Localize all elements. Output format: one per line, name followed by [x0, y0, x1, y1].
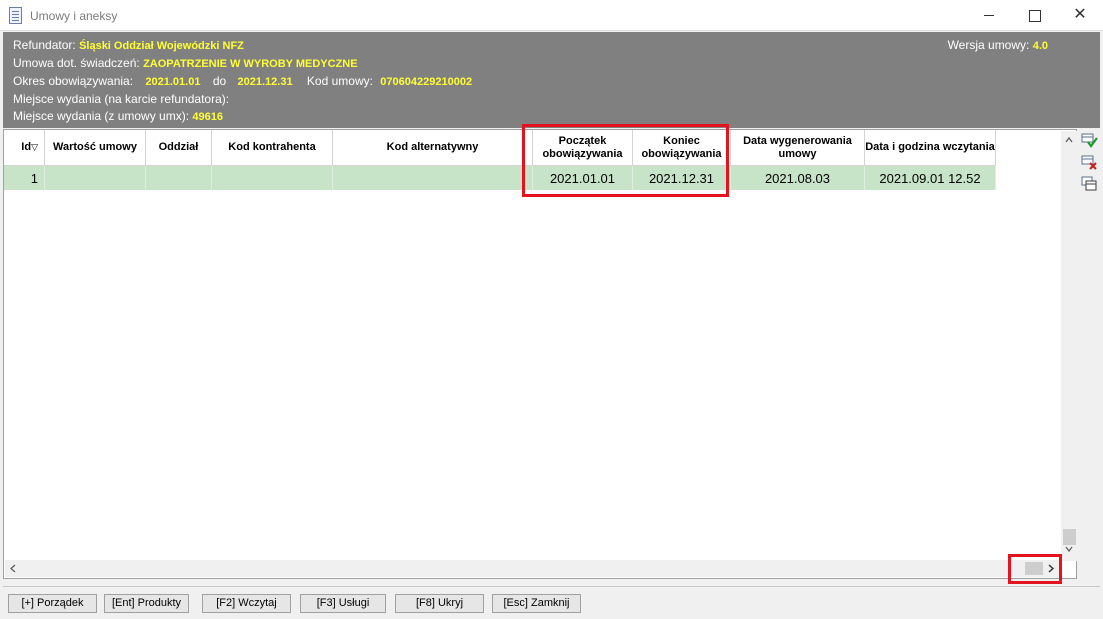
kod-umowy-value: 070604229210002: [380, 76, 473, 88]
wczytaj-button[interactable]: [F2] Wczytaj: [202, 594, 291, 613]
function-key-bar: [+] Porządek [Ent] Produkty [F2] Wczytaj…: [3, 586, 1100, 617]
title-bar: Umowy i aneksy ✕: [0, 0, 1103, 31]
produkty-button[interactable]: [Ent] Produkty: [104, 594, 189, 613]
column-header-data-wczytania[interactable]: Data i godzina wczytania: [865, 130, 996, 166]
umowa-value: ZAOPATRZENIE W WYROBY MEDYCZNE: [143, 58, 358, 70]
highlight-frame-validity-columns: [522, 124, 729, 197]
document-icon: [9, 7, 22, 24]
vertical-scroll-thumb[interactable]: [1063, 529, 1076, 545]
copy-record-icon[interactable]: [1080, 175, 1098, 193]
grid-header: Id ▽ Wartość umowy Oddział Kod kontrahent…: [4, 130, 996, 166]
wersja-value: 4.0: [1032, 40, 1048, 52]
okres-label: Okres obowiązywania:: [13, 74, 134, 88]
cell-id[interactable]: 1: [4, 166, 45, 190]
table-row[interactable]: 1 2021.01.01 2021.12.31 2021.08.03 2021.…: [4, 166, 996, 190]
vertical-scrollbar[interactable]: [1061, 131, 1078, 561]
ukryj-button[interactable]: [F8] Ukryj: [395, 594, 484, 613]
okres-do-label: do: [212, 74, 227, 88]
kod-umowy-label: Kod umowy:: [306, 74, 373, 88]
side-toolbar: [1078, 129, 1100, 199]
umowa-label: Umowa dot. świadczeń:: [13, 56, 140, 70]
maximize-button[interactable]: [1011, 0, 1057, 31]
delete-record-icon[interactable]: [1080, 153, 1098, 171]
zamknij-button[interactable]: [Esc] Zamknij: [492, 594, 581, 613]
porzadek-button[interactable]: [+] Porządek: [8, 594, 97, 613]
miejsce-umx-label: Miejsce wydania (z umowy umx):: [13, 109, 190, 123]
refundator-row: Refundator: Śląski Oddział Wojewódzki NF…: [13, 38, 244, 55]
column-header-data-wygenerowania[interactable]: Data wygenerowania umowy: [731, 130, 865, 166]
accept-record-icon[interactable]: [1080, 131, 1098, 149]
window-title: Umowy i aneksy: [30, 9, 118, 23]
refundator-value: Śląski Oddział Wojewódzki NFZ: [79, 40, 244, 52]
miejsce-karta-row: Miejsce wydania (na karcie refundatora):: [13, 92, 229, 109]
version-info: Wersja umowy: 4.0: [948, 38, 1048, 52]
cell-kod-kontrahenta[interactable]: [212, 166, 333, 190]
cell-data-wygenerowania[interactable]: 2021.08.03: [731, 166, 865, 190]
chevron-down-icon[interactable]: [1065, 545, 1073, 553]
miejsce-umx-row: Miejsce wydania (z umowy umx): 49616: [13, 109, 223, 126]
column-header-kod-kontrahenta[interactable]: Kod kontrahenta: [212, 130, 333, 166]
uslugi-button[interactable]: [F3] Usługi: [300, 594, 386, 613]
okres-do-value: 2021.12.31: [237, 76, 293, 88]
column-header-id[interactable]: Id ▽: [4, 130, 45, 166]
close-button[interactable]: ✕: [1057, 0, 1103, 31]
chevron-left-icon[interactable]: [9, 564, 17, 573]
column-header-kod-alternatywny[interactable]: Kod alternatywny: [333, 130, 533, 166]
column-header-wartosc[interactable]: Wartość umowy: [45, 130, 146, 166]
highlight-frame-scroll-right: [1008, 554, 1062, 584]
contract-info-panel: Refundator: Śląski Oddział Wojewódzki NF…: [3, 32, 1100, 128]
minimize-button[interactable]: [966, 0, 1012, 31]
miejsce-umx-value: 49616: [192, 111, 223, 123]
cell-wartosc[interactable]: [45, 166, 146, 190]
okres-row: Okres obowiązywania: 2021.01.01 do 2021.…: [13, 74, 472, 91]
miejsce-karta-label: Miejsce wydania (na karcie refundatora):: [13, 92, 230, 106]
column-header-oddzial[interactable]: Oddział: [146, 130, 212, 166]
chevron-up-icon[interactable]: [1065, 136, 1073, 144]
horizontal-scrollbar[interactable]: [5, 560, 1061, 577]
cell-oddzial[interactable]: [146, 166, 212, 190]
cell-data-wczytania[interactable]: 2021.09.01 12.52: [865, 166, 996, 190]
wersja-label: Wersja umowy:: [947, 38, 1030, 52]
okres-od-value: 2021.01.01: [145, 76, 201, 88]
refundator-label: Refundator:: [13, 38, 76, 52]
sort-indicator-icon: ▽: [31, 142, 38, 152]
cell-kod-alternatywny[interactable]: [333, 166, 533, 190]
umowa-row: Umowa dot. świadczeń: ZAOPATRZENIE W WYR…: [13, 56, 358, 73]
